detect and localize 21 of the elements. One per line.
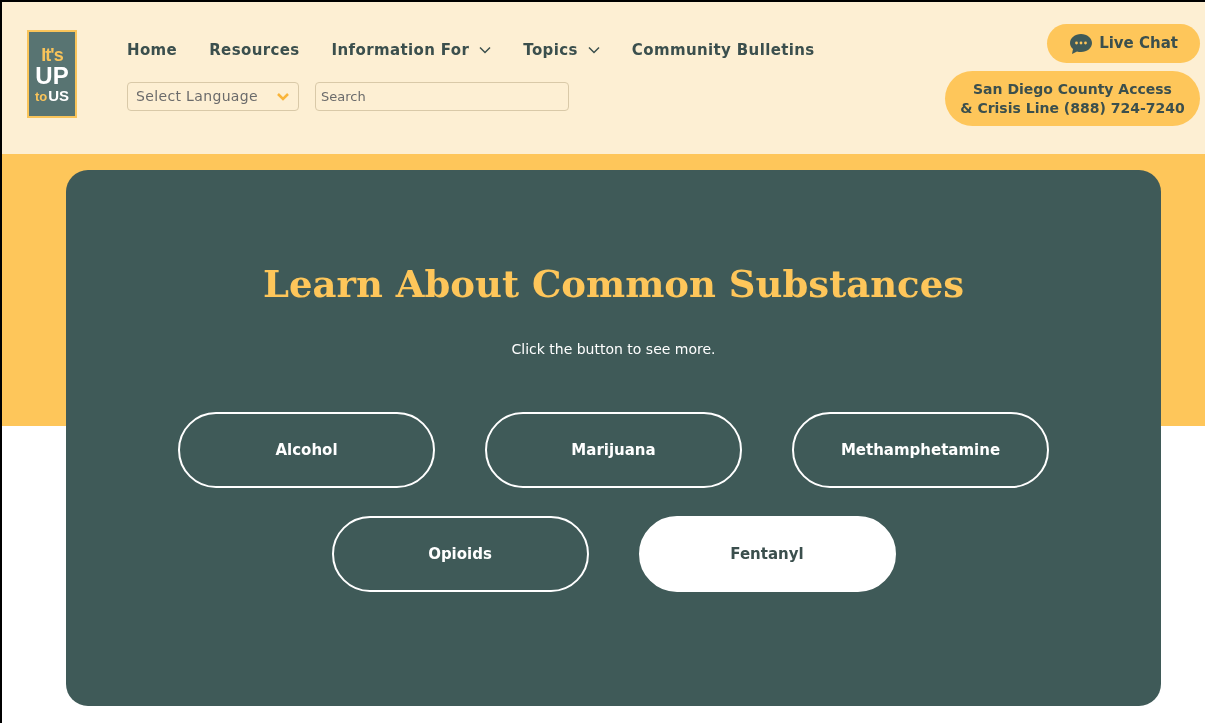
hero-title: Learn About Common Substances — [263, 266, 964, 303]
chat-bubble-icon — [1069, 32, 1094, 55]
crisis-line-button[interactable]: San Diego County Access & Crisis Line (888) 724-7240 — [945, 71, 1200, 126]
nav-link[interactable]: Topics — [523, 38, 600, 62]
hero-subtitle: Click the button to see more. — [511, 340, 716, 359]
chevron-down-icon — [276, 91, 290, 102]
substance-button[interactable]: Marijuana — [485, 412, 742, 488]
search-field[interactable]: Search — [315, 82, 569, 111]
chevron-down-icon — [587, 46, 600, 54]
nav-link[interactable]: Information For — [331, 38, 492, 62]
live-chat-button[interactable]: Live Chat — [1047, 24, 1200, 63]
chevron-down-icon — [479, 46, 492, 54]
nav-link[interactable]: Community Bulletins — [631, 38, 815, 62]
substance-button[interactable]: Alcohol — [178, 412, 435, 488]
logo[interactable]: It's UP toUS — [27, 30, 77, 118]
substance-button[interactable]: Opioids — [331, 516, 589, 592]
nav-link[interactable]: Home — [127, 38, 178, 62]
nav-link[interactable]: Resources — [209, 38, 300, 62]
substance-button[interactable]: Methamphetamine — [792, 412, 1049, 488]
language-select[interactable]: Select Language — [127, 82, 299, 111]
substance-button[interactable]: Fentanyl — [638, 516, 896, 592]
